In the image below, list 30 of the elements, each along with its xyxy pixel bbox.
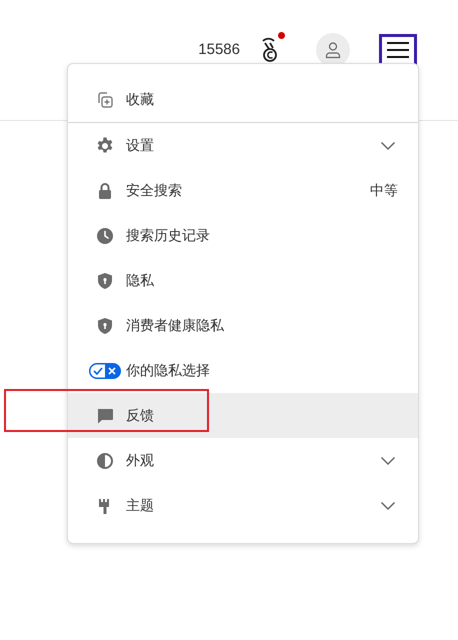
menu-icon [386, 41, 410, 59]
menu-item[interactable]: 外观 [68, 438, 418, 483]
menu-item-label: 设置 [126, 136, 155, 155]
shield-icon [95, 316, 115, 336]
points-count: 15586 [198, 40, 240, 60]
menu-item[interactable]: 主题 [68, 483, 418, 528]
contrast-icon [95, 450, 115, 470]
menu-item[interactable]: 设置 [68, 123, 418, 168]
menu-item[interactable]: 搜索历史记录 [68, 213, 418, 258]
settings-icon [95, 136, 115, 156]
menu-item-label: 隐私 [126, 271, 155, 290]
menu-item[interactable]: 反馈 [68, 393, 418, 438]
menu-item[interactable]: 消费者健康隐私 [68, 303, 418, 348]
menu-item-label: 你的隐私选择 [126, 361, 211, 380]
menu-item-label: 安全搜索 [126, 181, 183, 200]
menu-item[interactable]: 你的隐私选择 [68, 348, 418, 393]
menu-item-label: 反馈 [126, 406, 155, 425]
privacy-toggle-icon [89, 362, 121, 378]
menu-item-label: 收藏 [126, 90, 155, 109]
menu-item-label: 主题 [126, 496, 155, 515]
menu-item[interactable]: 隐私 [68, 258, 418, 303]
menu-item[interactable]: 安全搜索 中等 [68, 168, 418, 213]
menu-item[interactable]: 收藏 [68, 77, 418, 122]
menu-item-label: 外观 [126, 451, 155, 470]
menu-item-label: 搜索历史记录 [126, 226, 211, 245]
safe-search-level: 中等 [370, 181, 398, 200]
clock-icon [95, 226, 115, 246]
menu-item-label: 消费者健康隐私 [126, 316, 225, 335]
person-icon [324, 41, 342, 59]
shield-icon [95, 270, 115, 290]
